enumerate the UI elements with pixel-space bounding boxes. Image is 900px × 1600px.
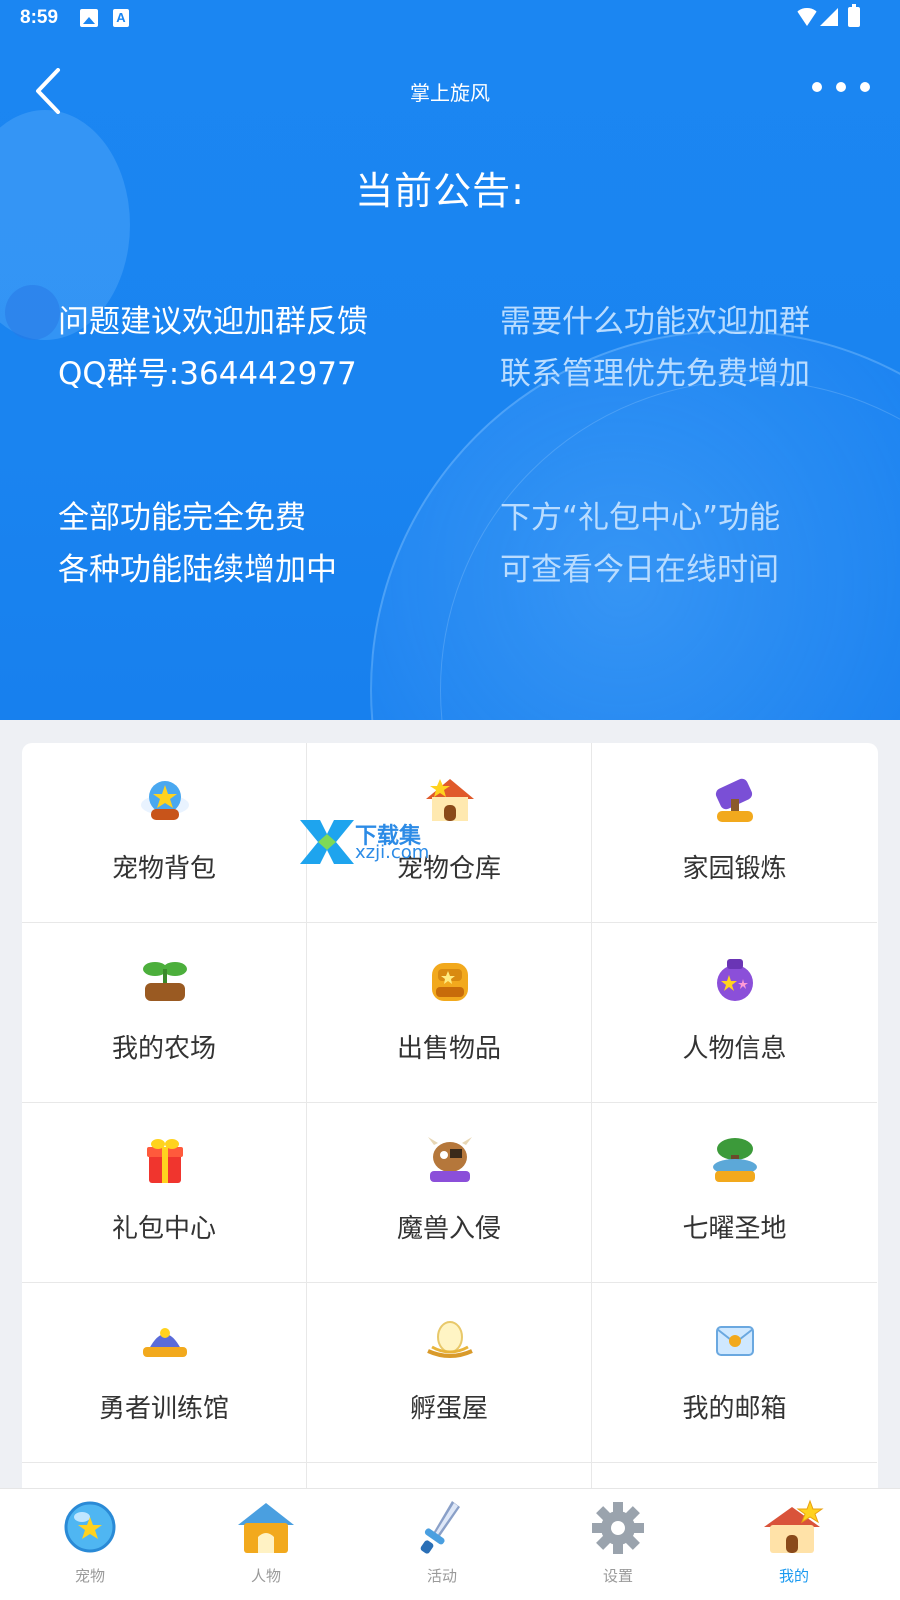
tab-label: 活动 bbox=[426, 1567, 457, 1585]
pet-bag-icon bbox=[139, 775, 191, 825]
pet-warehouse-icon bbox=[424, 775, 476, 825]
battery-icon bbox=[848, 4, 860, 27]
grid-item-mailbox[interactable]: 我的邮箱 bbox=[592, 1283, 877, 1463]
app-notification-icon: A bbox=[113, 9, 129, 27]
notice-line: 全部功能完全免费 bbox=[58, 500, 306, 536]
grid-item-holy-land[interactable]: 七曜圣地 bbox=[592, 1103, 877, 1283]
tab-label: 人物 bbox=[250, 1567, 281, 1585]
tab-activity[interactable]: 活动 bbox=[352, 1489, 532, 1600]
notice-block: 需要什么功能欢迎加群 联系管理优先免费增加 bbox=[500, 296, 810, 400]
image-notification-icon bbox=[80, 9, 98, 27]
wifi-icon bbox=[795, 8, 819, 26]
house-icon bbox=[236, 1499, 296, 1557]
sword-icon bbox=[412, 1499, 472, 1557]
more-menu-icon[interactable] bbox=[812, 80, 872, 94]
grid-item-label: 勇者训练馆 bbox=[98, 1394, 229, 1424]
star-house-icon bbox=[764, 1499, 824, 1557]
notice-block: 问题建议欢迎加群反馈 QQ群号:364442977 bbox=[58, 296, 368, 400]
signal-icon bbox=[820, 8, 838, 26]
notice-heading: 当前公告: bbox=[355, 169, 525, 213]
grid-item-sell-items[interactable]: 出售物品 bbox=[307, 923, 592, 1103]
notice-line: 问题建议欢迎加群反馈 bbox=[58, 304, 368, 340]
notice-line: 下方“礼包中心”功能 bbox=[500, 500, 781, 536]
holy-land-icon bbox=[709, 1135, 761, 1185]
grid-item-label: 七曜圣地 bbox=[682, 1214, 787, 1244]
notice-line: 各种功能陆续增加中 bbox=[58, 552, 337, 588]
grid-item-monster-invasion[interactable]: 魔兽入侵 bbox=[307, 1103, 592, 1283]
tab-label: 宠物 bbox=[74, 1567, 105, 1585]
grid-item-pet-warehouse[interactable]: 宠物仓库 bbox=[307, 743, 592, 923]
tab-label: 我的 bbox=[778, 1567, 809, 1585]
notice-line: QQ群号:364442977 bbox=[58, 356, 357, 392]
notice-line: 需要什么功能欢迎加群 bbox=[500, 304, 810, 340]
grid-item-label: 我的农场 bbox=[111, 1034, 216, 1064]
grid-item-gift-center[interactable]: 礼包中心 bbox=[22, 1103, 307, 1283]
grid-item-label: 孵蛋屋 bbox=[409, 1394, 488, 1424]
grid-item-label: 宠物背包 bbox=[111, 854, 216, 884]
notice-line: 联系管理优先免费增加 bbox=[500, 356, 810, 392]
character-info-icon bbox=[709, 955, 761, 1005]
tab-character[interactable]: 人物 bbox=[176, 1489, 356, 1600]
notice-block: 全部功能完全免费 各种功能陆续增加中 bbox=[58, 492, 337, 596]
grid-item-training-hall[interactable]: 勇者训练馆 bbox=[22, 1283, 307, 1463]
farm-icon bbox=[139, 955, 191, 1005]
monster-invasion-icon bbox=[424, 1135, 476, 1185]
tab-settings[interactable]: 设置 bbox=[528, 1489, 708, 1600]
home-forging-icon bbox=[709, 775, 761, 825]
grid-item-pet-bag[interactable]: 宠物背包 bbox=[22, 743, 307, 923]
tab-pet[interactable]: 宠物 bbox=[0, 1489, 180, 1600]
backpack-sell-icon bbox=[424, 955, 476, 1005]
gift-box-icon bbox=[139, 1135, 191, 1185]
gear-icon bbox=[588, 1499, 648, 1557]
grid-item-label: 出售物品 bbox=[396, 1034, 501, 1064]
title-bar: 掌上旋风 bbox=[0, 50, 900, 130]
egg-hatch-icon bbox=[424, 1315, 476, 1365]
page-title: 掌上旋风 bbox=[410, 81, 490, 105]
grid-item-farm[interactable]: 我的农场 bbox=[22, 923, 307, 1103]
grid-item-home-forging[interactable]: 家园锻炼 bbox=[592, 743, 877, 923]
bottom-tab-bar: 宠物 人物 活动 设置 我的 bbox=[0, 1488, 900, 1600]
training-hall-icon bbox=[139, 1315, 191, 1365]
grid-item-label: 人物信息 bbox=[682, 1034, 787, 1064]
grid-item-label: 宠物仓库 bbox=[396, 854, 501, 884]
tab-label: 设置 bbox=[602, 1567, 633, 1585]
mailbox-icon bbox=[709, 1315, 761, 1365]
status-time: 8:59 bbox=[20, 7, 59, 28]
notice-block: 下方“礼包中心”功能 可查看今日在线时间 bbox=[500, 492, 780, 596]
grid-item-label: 我的邮箱 bbox=[682, 1394, 787, 1424]
grid-item-egg-hatch[interactable]: 孵蛋屋 bbox=[307, 1283, 592, 1463]
decor-planet bbox=[5, 285, 60, 340]
tab-mine[interactable]: 我的 bbox=[704, 1489, 884, 1600]
status-bar: 8:59 A bbox=[0, 0, 900, 36]
feature-grid: 宠物背包 宠物仓库 家园锻炼 我的农场 出售物品 人物信息 礼包中心 魔兽入侵 … bbox=[22, 743, 878, 1503]
notice-line: 可查看今日在线时间 bbox=[500, 552, 779, 588]
grid-item-label: 家园锻炼 bbox=[682, 854, 787, 884]
grid-item-label: 礼包中心 bbox=[111, 1214, 216, 1244]
grid-item-label: 魔兽入侵 bbox=[396, 1214, 501, 1244]
grid-item-character-info[interactable]: 人物信息 bbox=[592, 923, 877, 1103]
pet-orb-icon bbox=[60, 1499, 120, 1557]
